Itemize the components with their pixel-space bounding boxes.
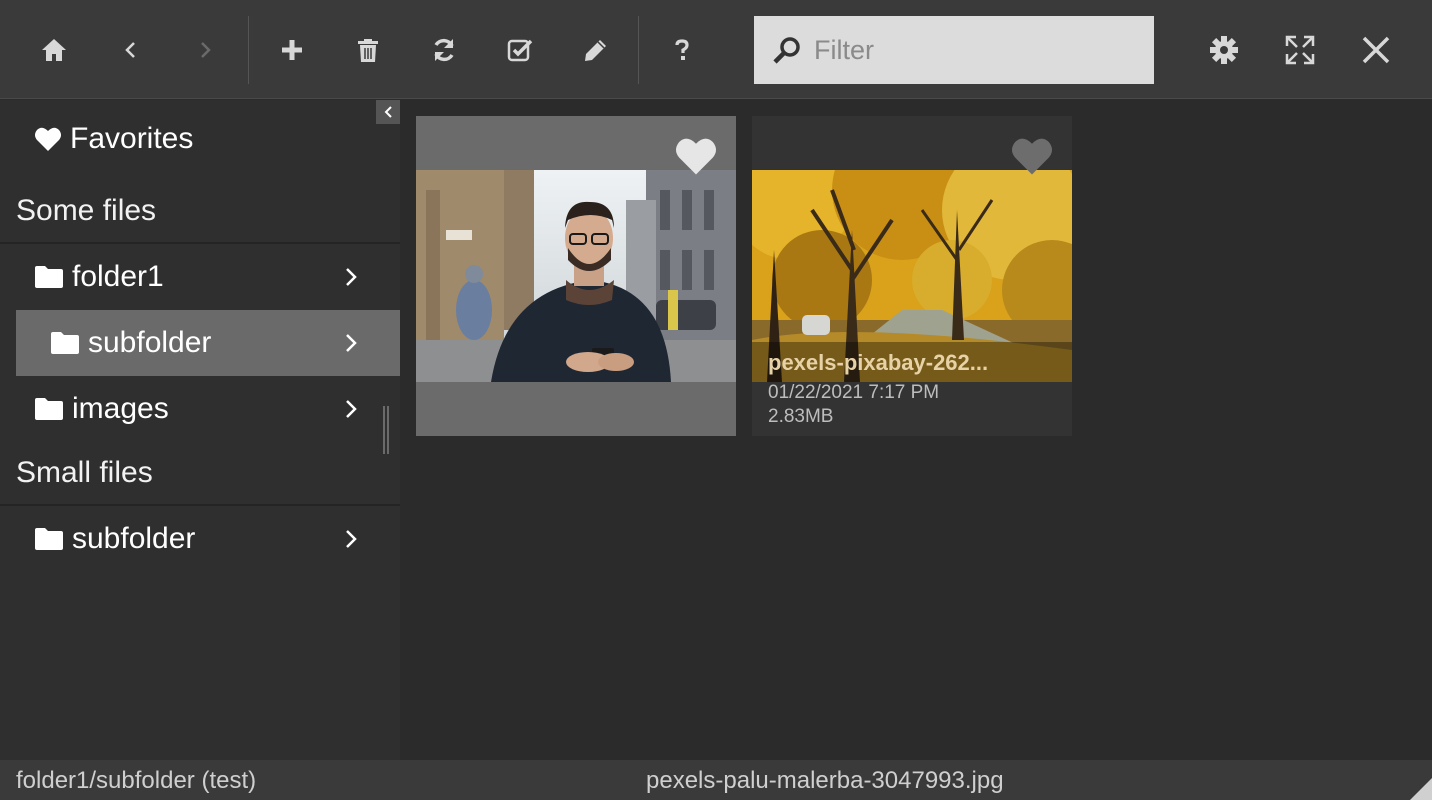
search-icon	[773, 37, 800, 64]
toolbar-separator	[248, 16, 249, 84]
close-icon	[1362, 36, 1390, 64]
home-button[interactable]	[28, 24, 80, 76]
chevron-left-icon	[384, 106, 392, 118]
sidebar: Favorites Some files folder1 subfolder i…	[0, 100, 400, 760]
sidebar-item-label: images	[72, 392, 169, 425]
heart-icon[interactable]	[1010, 136, 1054, 176]
file-size: 2.83MB	[768, 406, 834, 427]
expand-icon	[1285, 35, 1315, 65]
selected-file-name: pexels-palu-malerba-3047993.jpg	[646, 767, 1004, 794]
toolbar	[0, 0, 1432, 99]
file-name: pexels-pixabay-262...	[768, 350, 989, 375]
sidebar-item-folder1[interactable]: folder1	[0, 244, 400, 310]
sidebar-item-images[interactable]: images	[0, 376, 400, 442]
sidebar-item-label: folder1	[72, 260, 164, 293]
chevron-right-icon	[201, 42, 211, 58]
fullscreen-button[interactable]	[1274, 24, 1326, 76]
pencil-icon	[585, 40, 606, 61]
chevron-right-icon	[346, 334, 357, 352]
sidebar-item-label: subfolder	[72, 522, 196, 555]
chevron-right-icon	[346, 400, 357, 418]
chevron-right-icon	[346, 530, 357, 548]
help-button[interactable]	[656, 24, 708, 76]
file-date: 01/22/2021 7:17 PM	[768, 382, 940, 403]
current-path: folder1/subfolder (test)	[16, 767, 257, 794]
refresh-button[interactable]	[418, 24, 470, 76]
settings-button[interactable]	[1198, 24, 1250, 76]
resize-handle[interactable]	[383, 406, 391, 454]
section-title: Some files	[16, 194, 157, 227]
file-card[interactable]	[416, 116, 736, 436]
sidebar-item-subfolder-small[interactable]: subfolder	[0, 506, 400, 572]
rename-button[interactable]	[570, 24, 622, 76]
favorites-label: Favorites	[70, 122, 194, 155]
folder-icon	[50, 331, 80, 355]
status-bar: folder1/subfolder (test) pexels-palu-mal…	[0, 760, 1432, 800]
sidebar-item-label: subfolder	[88, 326, 212, 359]
section-title: Small files	[16, 456, 153, 489]
resize-grip-icon[interactable]	[1410, 778, 1432, 800]
thumbnail-image	[416, 170, 736, 382]
forward-button[interactable]	[180, 24, 232, 76]
checkbox-icon	[507, 39, 533, 62]
plus-icon	[282, 40, 302, 60]
filter-field[interactable]	[754, 16, 1154, 84]
folder-icon	[34, 397, 64, 421]
delete-button[interactable]	[342, 24, 394, 76]
favorites-item[interactable]: Favorites	[34, 122, 193, 156]
home-icon	[42, 39, 66, 61]
chevron-right-icon	[346, 268, 357, 286]
chevron-left-icon	[125, 42, 135, 58]
file-card[interactable]: pexels-pixabay-262... 01/22/2021 7:17 PM…	[752, 116, 1072, 436]
gear-icon	[1210, 36, 1238, 64]
heart-icon[interactable]	[674, 136, 718, 176]
heart-icon	[35, 127, 61, 151]
filter-input[interactable]	[814, 34, 1134, 66]
folder-icon	[34, 265, 64, 289]
trash-icon	[358, 39, 378, 62]
folder-icon	[34, 527, 64, 551]
back-button[interactable]	[104, 24, 156, 76]
refresh-icon	[434, 38, 454, 62]
question-icon	[675, 39, 689, 60]
add-button[interactable]	[266, 24, 318, 76]
file-grid: pexels-pixabay-262... 01/22/2021 7:17 PM…	[400, 100, 1432, 760]
close-button[interactable]	[1350, 24, 1402, 76]
select-button[interactable]	[494, 24, 546, 76]
sidebar-item-subfolder[interactable]: subfolder	[16, 310, 400, 376]
toolbar-separator	[638, 16, 639, 84]
collapse-sidebar-button[interactable]	[376, 100, 400, 124]
